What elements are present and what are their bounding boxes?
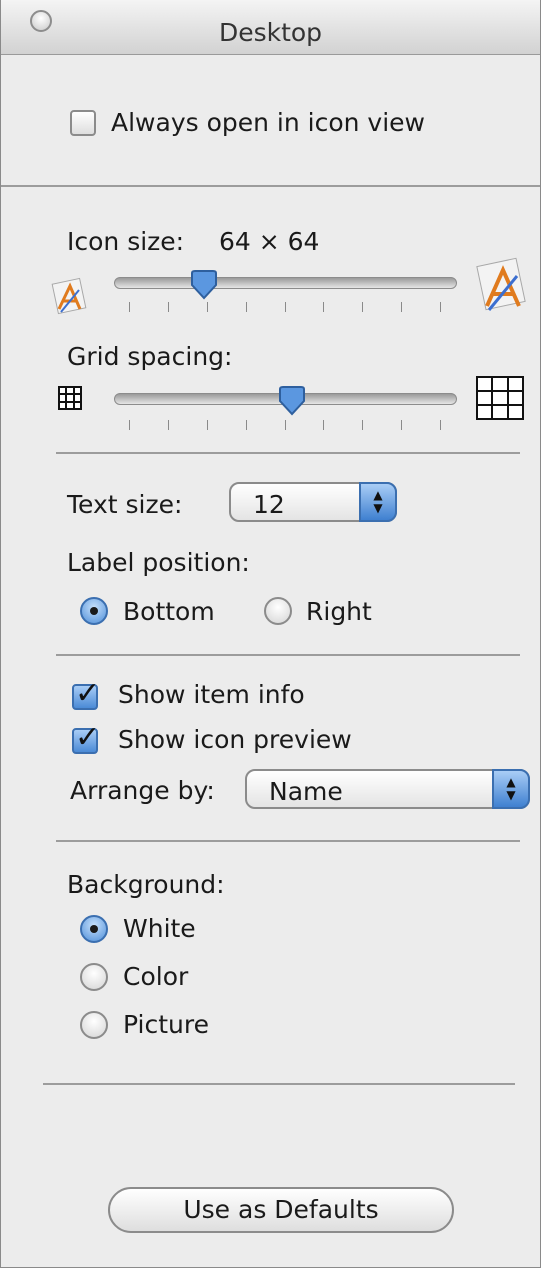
grid-spacing-label: Grid spacing: [67,342,233,371]
icon-size-slider-ticks [129,302,441,312]
slider-tick [323,302,324,312]
slider-tick [362,420,363,430]
slider-tick [207,420,208,430]
large-app-icon [476,257,526,311]
use-as-defaults-button[interactable]: Use as Defaults [108,1187,454,1233]
slider-tick [323,420,324,430]
separator [56,452,520,454]
show-item-info-checkbox[interactable]: ✓ [72,676,100,711]
window-title: Desktop [218,18,323,47]
always-open-checkbox[interactable]: ✓ [70,110,96,136]
icon-size-label: Icon size: [67,227,185,256]
radio-white[interactable] [80,915,108,943]
separator [56,840,520,842]
arrange-by-label: Arrange by: [70,776,215,805]
slider-tick [168,302,169,312]
radio-white-label: White [123,914,196,943]
radio-right-label: Right [306,597,372,626]
slider-tick [401,420,402,430]
slider-tick [129,302,130,312]
show-item-info-label: Show item info [118,680,305,709]
slider-tick [246,302,247,312]
large-grid-icon [476,376,524,420]
slider-tick [285,420,286,430]
slider-tick [285,302,286,312]
radio-bottom[interactable] [80,597,108,625]
show-icon-preview-label: Show icon preview [118,725,352,754]
slider-tick [362,302,363,312]
grid-spacing-slider-thumb[interactable] [278,386,306,416]
small-grid-icon [58,386,82,410]
radio-picture-label: Picture [123,1010,209,1039]
desktop-view-options-window: Desktop ✓ Always open in icon view Icon … [0,0,541,1268]
slider-tick [129,420,130,430]
small-app-icon [51,277,87,315]
background-label: Background: [67,870,225,899]
slider-tick [440,302,441,312]
icon-size-slider-thumb[interactable] [190,270,218,300]
slider-tick [207,302,208,312]
radio-right[interactable] [264,597,292,625]
radio-color[interactable] [80,963,108,991]
text-size-popup[interactable]: 12 ▲ ▼ [229,482,397,522]
radio-bottom-label: Bottom [123,597,215,626]
slider-tick [168,420,169,430]
always-open-label: Always open in icon view [111,108,426,137]
separator [56,654,520,656]
separator [43,1083,515,1085]
arrange-by-value: Name [269,777,343,806]
arrange-by-popup[interactable]: Name ▲ ▼ [245,769,530,809]
radio-color-label: Color [123,962,189,991]
updown-arrows-icon: ▲ ▼ [492,769,530,809]
radio-picture[interactable] [80,1011,108,1039]
show-icon-preview-checkbox[interactable]: ✓ [72,720,100,755]
text-size-value: 12 [253,490,285,519]
slider-tick [246,420,247,430]
label-position-label: Label position: [67,548,250,577]
icon-size-slider-track[interactable] [114,277,457,289]
slider-tick [401,302,402,312]
updown-arrows-icon: ▲ ▼ [359,482,397,522]
title-bar[interactable]: Desktop [1,0,540,55]
slider-tick [440,420,441,430]
text-size-label: Text size: [67,490,183,519]
separator [1,185,540,187]
grid-spacing-slider-ticks [129,420,441,430]
icon-size-value: 64 × 64 [219,227,320,256]
